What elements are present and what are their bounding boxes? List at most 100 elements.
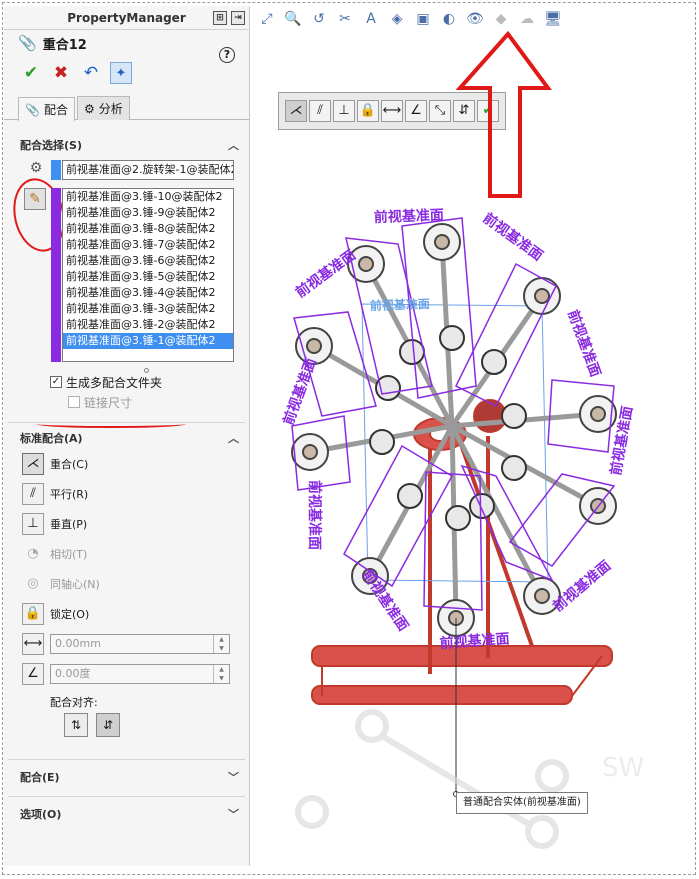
plane-label: 前视基准面 <box>374 207 445 226</box>
chevron-up-icon: ︿ <box>228 432 239 445</box>
parallel-label: 平行(R) <box>50 488 89 501</box>
tab-analysis-label: 分析 <box>98 102 123 116</box>
undo-button[interactable]: ↶ <box>80 62 102 84</box>
multi-mate-folder-checkbox[interactable]: ✓ <box>50 376 62 388</box>
list-item[interactable]: 前视基准面@3.锤-10@装配体2 <box>63 189 233 205</box>
plane-label: 前视基准面 <box>292 246 359 301</box>
angle-row: ∠ 0.00度 ▲ ▼ <box>4 659 249 689</box>
anti-aligned-icon[interactable]: ⇵ <box>96 713 120 737</box>
perpendicular-mate[interactable]: ⊥ 垂直(P) <box>4 509 249 539</box>
tab-mates[interactable]: 📎 配合 <box>18 97 75 121</box>
panel-header-icons: ⊞ ⇥ <box>213 11 245 25</box>
ok-button[interactable]: ✔ <box>20 62 42 84</box>
standard-mates-header[interactable]: 标准配合(A) ︿ <box>4 427 249 449</box>
multi-mate-icon[interactable]: ✎ <box>24 188 46 210</box>
list-item[interactable]: 前视基准面@3.锤-6@装配体2 <box>63 253 233 269</box>
distance-value: 0.00mm <box>55 637 101 650</box>
multi-mate-folder-label: 生成多配合文件夹 <box>66 375 163 390</box>
action-buttons: ✔ ✖ ↶ ✦ <box>4 56 249 86</box>
parallel-mate[interactable]: ⫽ 平行(R) <box>4 479 249 509</box>
entities-list[interactable]: 前视基准面@3.锤-10@装配体2 前视基准面@3.锤-9@装配体2 前视基准面… <box>62 188 234 362</box>
distance-icon[interactable]: ⟷ <box>22 633 44 655</box>
parallel-icon[interactable]: ⫽ <box>22 483 44 505</box>
chevron-down-icon: ﹀ <box>228 771 239 784</box>
list-item-selected[interactable]: 前视基准面@3.锤-1@装配体2 <box>63 333 233 349</box>
link-dimension-row[interactable]: 链接尺寸 <box>4 392 249 412</box>
concentric-icon[interactable]: ◎ <box>22 573 44 595</box>
property-manager-panel: PropertyManager ⊞ ⇥ 📎 重合12 ? ✔ ✖ ↶ ✦ 📎 配… <box>4 6 250 866</box>
mate-selections-title: 配合选择(S) <box>20 139 82 152</box>
red-arrow-annotation <box>455 30 552 198</box>
floor-reflection <box>295 709 569 849</box>
first-entity-field[interactable]: 前视基准面@2.旋转架-1@装配体2 <box>62 160 234 180</box>
list-item[interactable]: 前视基准面@3.锤-9@装配体2 <box>63 205 233 221</box>
section-divider <box>8 796 245 797</box>
tab-mates-label: 配合 <box>43 103 68 117</box>
tab-analysis[interactable]: ⚙ 分析 <box>76 96 130 120</box>
panel-header: PropertyManager ⊞ ⇥ <box>4 6 249 30</box>
feature-title: 重合12 <box>42 37 87 53</box>
callout-label: 普通配合实体(前视基准面) <box>456 792 588 814</box>
angle-icon[interactable]: ∠ <box>22 663 44 685</box>
distance-field[interactable]: 0.00mm ▲ ▼ <box>50 634 230 654</box>
aligned-icon[interactable]: ⇅ <box>64 713 88 737</box>
first-entity-row: ⚙ 前视基准面@2.旋转架-1@装配体2 <box>4 160 249 180</box>
paperclip-icon: 📎 <box>18 34 37 52</box>
options-section-header[interactable]: 选项(O) ﹀ <box>4 803 249 825</box>
expand-panel-icon[interactable]: ⇥ <box>231 11 245 25</box>
coincident-mate[interactable]: ⋌ 重合(C) <box>4 449 249 479</box>
list-item[interactable]: 前视基准面@3.锤-2@装配体2 <box>63 317 233 333</box>
perpendicular-icon[interactable]: ⊥ <box>22 513 44 535</box>
lock-mate[interactable]: 🔒 锁定(O) <box>4 599 249 629</box>
watermark: SW <box>602 753 644 783</box>
red-annotation-underline <box>36 420 186 428</box>
panel-header-title: PropertyManager <box>67 10 186 25</box>
help-button[interactable]: ? <box>219 47 235 63</box>
pin-button[interactable]: ✦ <box>110 62 132 84</box>
lock-label: 锁定(O) <box>50 608 90 621</box>
concentric-mate[interactable]: ◎ 同轴心(N) <box>4 569 249 599</box>
split-panel-icon[interactable]: ⊞ <box>213 11 227 25</box>
angle-spinner[interactable]: ▲ ▼ <box>213 665 229 683</box>
distance-spinner[interactable]: ▲ ▼ <box>213 635 229 653</box>
entities-color-bar <box>51 188 61 362</box>
concentric-label: 同轴心(N) <box>50 578 100 591</box>
tangent-label: 相切(T) <box>50 548 88 561</box>
panel-tabs: 📎 配合 ⚙ 分析 <box>4 96 249 121</box>
tangent-mate[interactable]: ◔ 相切(T) <box>4 539 249 569</box>
lock-icon[interactable]: 🔒 <box>22 603 44 625</box>
mates-section-title: 配合(E) <box>20 771 60 784</box>
options-section-title: 选项(O) <box>20 808 62 821</box>
link-dimension-checkbox[interactable] <box>68 396 80 408</box>
list-item[interactable]: 前视基准面@3.锤-7@装配体2 <box>63 237 233 253</box>
standard-mates-title: 标准配合(A) <box>20 432 83 445</box>
graphics-area[interactable]: ⤢ 🔍 ↺ ✂ A ◈ ▣ ◐ 👁 ◆ ☁ 🖥 ⋌ ⫽ ⊥ 🔒 ⟷ ∠ ⤡ ⇵ … <box>252 6 694 866</box>
model-viewport: 前视基准面 前视基准面 前视基准面 前视基准面 前视基准面 前视基准面 前视基准… <box>280 30 644 849</box>
link-dimension-label: 链接尺寸 <box>84 395 133 410</box>
paperclip-icon: 📎 <box>25 102 40 117</box>
cancel-button[interactable]: ✖ <box>50 62 72 84</box>
tangent-icon[interactable]: ◔ <box>22 543 44 565</box>
resize-grip-icon[interactable] <box>144 368 149 373</box>
coincident-label: 重合(C) <box>50 458 89 471</box>
angle-field[interactable]: 0.00度 ▲ ▼ <box>50 664 230 684</box>
mate-alignment-buttons: ⇅ ⇵ <box>4 713 249 741</box>
entities-list-row: ✎ 前视基准面@3.锤-10@装配体2 前视基准面@3.锤-9@装配体2 前视基… <box>4 173 249 373</box>
list-item[interactable]: 前视基准面@3.锤-8@装配体2 <box>63 221 233 237</box>
mates-section-header[interactable]: 配合(E) ﹀ <box>4 766 249 788</box>
coincident-icon[interactable]: ⋌ <box>22 453 44 475</box>
distance-row: ⟷ 0.00mm ▲ ▼ <box>4 629 249 659</box>
mate-selections-header[interactable]: 配合选择(S) ︿ <box>4 134 249 156</box>
feature-title-row: 📎 重合12 <box>4 30 249 56</box>
list-item[interactable]: 前视基准面@3.锤-3@装配体2 <box>63 301 233 317</box>
first-entity-color-bar <box>51 160 61 180</box>
plane-label: 前视基准面 <box>370 296 431 313</box>
component-entity-icon: ⚙ <box>29 160 43 176</box>
plane-label: 前视基准面 <box>550 557 615 615</box>
section-divider <box>8 759 245 760</box>
list-item[interactable]: 前视基准面@3.锤-5@装配体2 <box>63 269 233 285</box>
mate-alignment-label: 配合对齐: <box>50 696 98 709</box>
perpendicular-label: 垂直(P) <box>50 518 88 531</box>
multi-mate-folder-row[interactable]: ✓ 生成多配合文件夹 <box>4 372 249 392</box>
list-item[interactable]: 前视基准面@3.锤-4@装配体2 <box>63 285 233 301</box>
